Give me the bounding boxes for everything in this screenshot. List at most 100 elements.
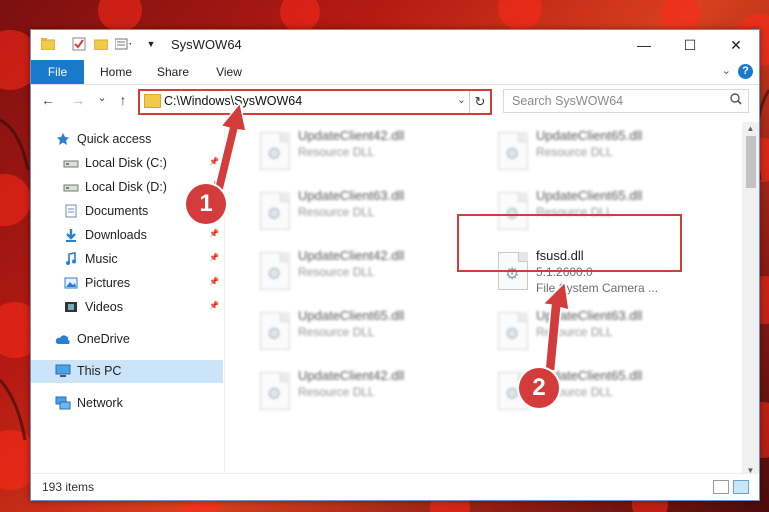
file-detail: Resource DLL bbox=[298, 385, 375, 399]
sidebar-item-label: Local Disk (C:) bbox=[85, 156, 167, 170]
file-name: UpdateClient65.dll bbox=[536, 128, 643, 143]
sidebar-item-downloads[interactable]: Downloads 📌 bbox=[31, 224, 223, 247]
sidebar-item-label: Network bbox=[77, 396, 123, 410]
music-icon bbox=[63, 251, 79, 267]
file-item[interactable]: ⚙ UpdateClient65.dll Resource DLL bbox=[488, 126, 713, 178]
file-name: UpdateClient42.dll bbox=[298, 128, 405, 143]
gear-icon: ⚙ bbox=[267, 206, 282, 223]
pin-icon: 📌 bbox=[209, 229, 219, 238]
pin-icon: 📌 bbox=[209, 301, 219, 310]
new-folder-icon[interactable] bbox=[93, 36, 109, 52]
highlight-box bbox=[457, 214, 682, 272]
pictures-icon bbox=[63, 275, 79, 291]
close-button[interactable]: ✕ bbox=[713, 30, 759, 60]
sidebar-item-music[interactable]: Music 📌 bbox=[31, 248, 223, 271]
sidebar-item-label: Documents bbox=[85, 204, 149, 218]
address-path[interactable]: C:\Windows\SysWOW64 bbox=[164, 94, 302, 108]
annotation-badge-1: 1 bbox=[186, 184, 226, 224]
sidebar-item-label: Downloads bbox=[85, 228, 147, 242]
sidebar-item-label: OneDrive bbox=[77, 332, 130, 346]
search-icon[interactable] bbox=[730, 93, 742, 108]
pin-icon: 📌 bbox=[209, 277, 219, 286]
sidebar-item-label: Quick access bbox=[77, 132, 152, 146]
large-icons-view-icon[interactable] bbox=[733, 480, 749, 494]
sidebar-item-network[interactable]: Network bbox=[31, 392, 223, 415]
file-name: UpdateClient63.dll bbox=[298, 188, 405, 203]
star-icon bbox=[55, 131, 71, 147]
cloud-icon bbox=[55, 331, 71, 347]
status-bar: 193 items bbox=[31, 473, 759, 500]
up-button[interactable]: ↑ bbox=[114, 92, 132, 108]
file-item[interactable]: ⚙ UpdateClient42.dll Resource DLL bbox=[250, 126, 475, 178]
vertical-scrollbar[interactable]: ▲ ▼ bbox=[742, 122, 759, 477]
dll-file-icon: ⚙ bbox=[498, 312, 528, 350]
help-icon[interactable]: ? bbox=[738, 64, 753, 79]
scroll-up-icon[interactable]: ▲ bbox=[742, 124, 759, 133]
sidebar-item-onedrive[interactable]: OneDrive bbox=[31, 328, 223, 351]
sidebar-item-this-pc[interactable]: This PC bbox=[31, 360, 223, 383]
folder-icon bbox=[144, 94, 161, 108]
file-item[interactable]: ⚙ UpdateClient42.dll Resource DLL bbox=[250, 246, 475, 298]
gear-icon: ⚙ bbox=[267, 326, 282, 343]
chevron-down-icon[interactable]: ▼ bbox=[143, 36, 159, 52]
file-detail: Resource DLL bbox=[298, 325, 375, 339]
network-icon bbox=[55, 395, 71, 411]
file-item[interactable]: ⚙ UpdateClient42.dll Resource DLL bbox=[250, 366, 475, 418]
item-count: 193 items bbox=[42, 480, 95, 494]
sidebar-item-pictures[interactable]: Pictures 📌 bbox=[31, 272, 223, 295]
customize-toolbar-icon[interactable] bbox=[115, 36, 131, 52]
drive-icon bbox=[63, 155, 79, 171]
videos-icon bbox=[63, 299, 79, 315]
gear-icon: ⚙ bbox=[267, 386, 282, 403]
pin-icon: 📌 bbox=[209, 157, 219, 166]
gear-icon: ⚙ bbox=[505, 386, 520, 403]
navigation-pane: Quick access Local Disk (C:) 📌 Local Disk (… bbox=[31, 122, 224, 472]
file-item[interactable]: ⚙ UpdateClient63.dll Resource DLL bbox=[250, 186, 475, 238]
drive-icon bbox=[63, 179, 79, 195]
tab-view[interactable]: View bbox=[207, 60, 251, 84]
dll-file-icon: ⚙ bbox=[260, 132, 290, 170]
maximize-button[interactable]: ☐ bbox=[667, 30, 713, 60]
sidebar-item-videos[interactable]: Videos 📌 bbox=[31, 296, 223, 319]
dll-file-icon: ⚙ bbox=[498, 132, 528, 170]
sidebar-item-label: Pictures bbox=[85, 276, 131, 290]
forward-button[interactable]: → bbox=[69, 92, 87, 108]
sidebar-item-local-disk-c[interactable]: Local Disk (C:) 📌 bbox=[31, 152, 223, 175]
computer-icon bbox=[55, 363, 71, 379]
back-button[interactable]: ← bbox=[39, 92, 57, 108]
dll-file-icon: ⚙ bbox=[260, 312, 290, 350]
expand-ribbon-icon[interactable]: ⌄ bbox=[722, 64, 731, 77]
scroll-thumb[interactable] bbox=[746, 136, 756, 188]
gear-icon: ⚙ bbox=[505, 326, 520, 343]
tab-file[interactable]: File bbox=[31, 60, 84, 84]
address-bar[interactable]: C:\Windows\SysWOW64 ⌄ ↻ bbox=[138, 89, 492, 115]
sidebar-item-label: Videos bbox=[85, 300, 123, 314]
dll-file-icon: ⚙ bbox=[260, 252, 290, 290]
file-detail: Resource DLL bbox=[298, 145, 375, 159]
file-name: UpdateClient65.dll bbox=[298, 308, 405, 323]
document-icon bbox=[63, 203, 79, 219]
gear-icon: ⚙ bbox=[505, 146, 520, 163]
file-item[interactable]: ⚙ UpdateClient63.dll Resource DLL bbox=[488, 306, 713, 358]
search-input[interactable]: Search SysWOW64 bbox=[503, 89, 749, 113]
sidebar-item-label: Music bbox=[85, 252, 118, 266]
details-view-icon[interactable] bbox=[713, 480, 729, 494]
dll-file-icon: ⚙ bbox=[260, 192, 290, 230]
sidebar-item-quick-access[interactable]: Quick access bbox=[31, 128, 223, 151]
refresh-button[interactable]: ↻ bbox=[469, 91, 490, 113]
minimize-button[interactable]: — bbox=[621, 30, 667, 60]
file-item[interactable]: ⚙ UpdateClient65.dll Resource DLL bbox=[250, 306, 475, 358]
pin-icon: 📌 bbox=[209, 253, 219, 262]
file-description: File System Camera ... bbox=[536, 281, 659, 295]
dll-file-icon: ⚙ bbox=[260, 372, 290, 410]
sidebar-item-label: This PC bbox=[77, 364, 122, 378]
tab-home[interactable]: Home bbox=[93, 60, 139, 84]
pane-divider[interactable] bbox=[224, 122, 225, 472]
properties-icon[interactable] bbox=[71, 36, 87, 52]
search-placeholder: Search SysWOW64 bbox=[512, 94, 624, 108]
chevron-down-icon[interactable]: ⌄ bbox=[457, 93, 466, 106]
gear-icon: ⚙ bbox=[267, 266, 282, 283]
tab-share[interactable]: Share bbox=[149, 60, 197, 84]
file-detail: Resource DLL bbox=[298, 205, 375, 219]
recent-locations-button[interactable]: ⌄ bbox=[93, 91, 111, 104]
